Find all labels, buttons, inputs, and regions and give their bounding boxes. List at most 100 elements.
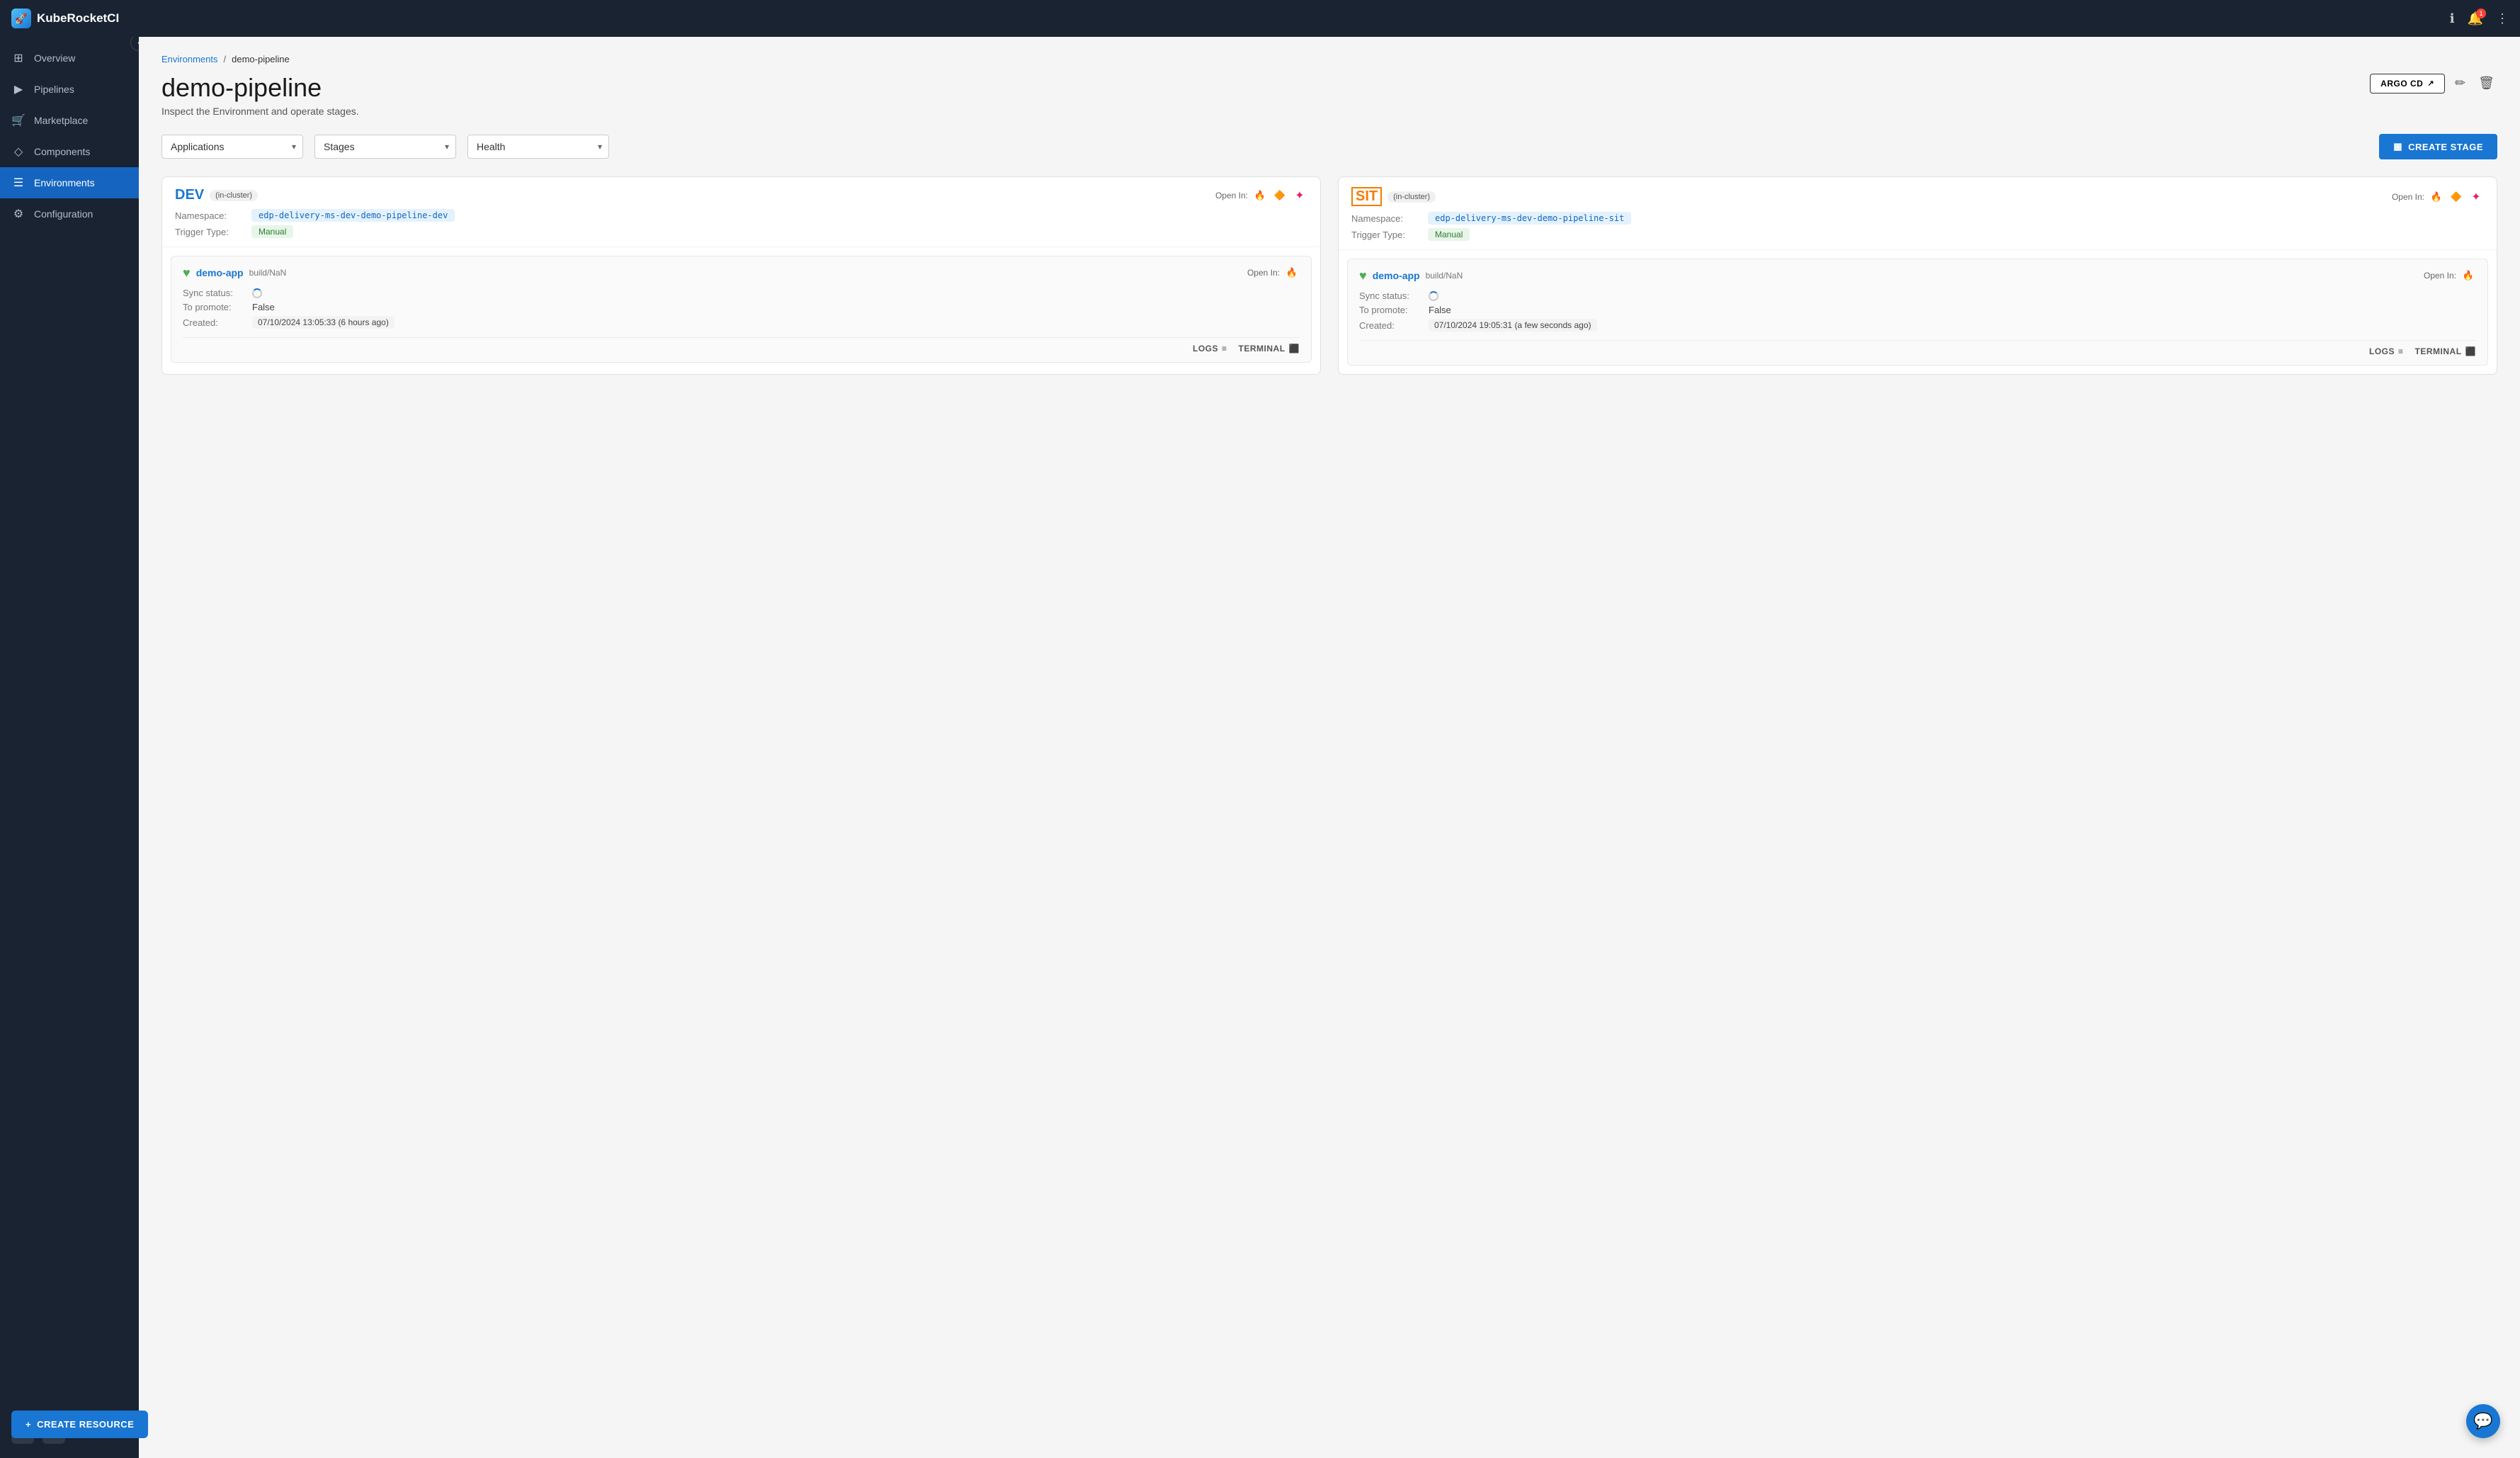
notifications-button[interactable]: 🔔 1 — [2468, 11, 2483, 26]
terminal-icon-dev: ⬛ — [1289, 344, 1300, 354]
sidebar-item-pipelines[interactable]: ▶ Pipelines — [0, 74, 139, 105]
build-badge-dev: build/NaN — [249, 268, 287, 278]
promote-label-sit: To promote: — [1359, 305, 1423, 315]
stages-filter[interactable]: Stages — [314, 135, 456, 159]
brand-title: KubeRocketCI — [37, 11, 119, 26]
create-stage-button[interactable]: ▦ CREATE STAGE — [2379, 134, 2497, 159]
stage-namespace-row-dev: Namespace: edp-delivery-ms-dev-demo-pipe… — [175, 209, 1307, 222]
info-icon: ℹ — [2450, 11, 2455, 26]
stage-header-top-dev: DEV (in-cluster) Open In: 🔥 🔶 ✦ — [175, 187, 1307, 203]
stage-trigger-row-sit: Trigger Type: Manual — [1351, 228, 2484, 241]
stage-header-top-sit: SIT (in-cluster) Open In: 🔥 🔶 ✦ — [1351, 187, 2484, 206]
app-open-in-label-sit: Open In: — [2424, 271, 2456, 281]
app-body: ‹ ⊞ Overview ▶ Pipelines 🛒 Marketplace ◇… — [0, 37, 2520, 1458]
argo-cd-button[interactable]: ARGO CD ↗ — [2370, 74, 2445, 94]
logs-label-sit: LOGS — [2369, 346, 2395, 356]
terminal-button-dev[interactable]: TERMINAL ⬛ — [1239, 344, 1300, 354]
create-stage-icon: ▦ — [2393, 141, 2402, 152]
create-resource-button[interactable]: + CREATE RESOURCE — [11, 1411, 148, 1438]
promote-label-dev: To promote: — [183, 302, 246, 312]
components-icon: ◇ — [11, 145, 25, 159]
sidebar-item-label: Configuration — [34, 208, 93, 220]
stage-trigger-row-dev: Trigger Type: Manual — [175, 225, 1307, 238]
stage-header-sit: SIT (in-cluster) Open In: 🔥 🔶 ✦ — [1339, 177, 2497, 250]
environments-icon: ☰ — [11, 176, 25, 190]
stage-cluster-dev: (in-cluster) — [210, 190, 258, 201]
app-name-sit[interactable]: demo-app — [1373, 270, 1420, 281]
edit-icon: ✏ — [2455, 76, 2465, 91]
terminal-label-sit: TERMINAL — [2415, 346, 2462, 356]
breadcrumb: Environments / demo-pipeline — [161, 54, 2497, 64]
app-card-sit: ♥ demo-app build/NaN Open In: 🔥 S — [1347, 259, 2488, 366]
app-prometheus-icon-dev[interactable]: 🔥 — [1284, 265, 1300, 281]
delete-button[interactable]: 🗑 — [2475, 73, 2497, 94]
stage-header-dev: DEV (in-cluster) Open In: 🔥 🔶 ✦ — [162, 177, 1320, 247]
grafana-icon-dev[interactable]: 🔶 — [1272, 188, 1288, 203]
sidebar-item-label: Components — [34, 146, 90, 157]
stage-name-dev: DEV — [175, 187, 204, 203]
health-filter[interactable]: Health — [467, 135, 609, 159]
sidebar-item-label: Overview — [34, 52, 75, 64]
created-label-dev: Created: — [183, 317, 246, 328]
sidebar-item-overview[interactable]: ⊞ Overview — [0, 43, 139, 74]
logs-button-sit[interactable]: LOGS ≡ — [2369, 346, 2404, 356]
dots-icon: ⋮ — [2496, 11, 2509, 26]
app-name-dev[interactable]: demo-app — [196, 267, 244, 278]
sidebar-item-label: Marketplace — [34, 115, 88, 126]
stage-meta-dev: Namespace: edp-delivery-ms-dev-demo-pipe… — [175, 209, 1307, 238]
app-card-title-sit: ♥ demo-app build/NaN — [1359, 269, 1463, 283]
created-value-sit: 07/10/2024 19:05:31 (a few seconds ago) — [1429, 319, 1597, 332]
page-subtitle: Inspect the Environment and operate stag… — [161, 106, 2497, 117]
argo-cd-label: ARGO CD — [2380, 79, 2423, 89]
terminal-button-sit[interactable]: TERMINAL ⬛ — [2415, 346, 2476, 356]
kibana-icon-dev[interactable]: ✦ — [1292, 188, 1307, 203]
navbar-actions: ℹ 🔔 1 ⋮ — [2450, 11, 2509, 26]
configuration-icon: ⚙ — [11, 207, 25, 221]
sidebar-item-label: Pipelines — [34, 84, 74, 95]
breadcrumb-environments[interactable]: Environments — [161, 54, 217, 64]
stage-name-wrap-dev: DEV (in-cluster) — [175, 187, 258, 203]
sync-row-sit: Sync status: — [1359, 290, 2476, 301]
app-meta-dev: Sync status: To promote: False Created: … — [183, 288, 1300, 329]
main-content: Environments / demo-pipeline demo-pipeli… — [139, 37, 2520, 1458]
stage-namespace-row-sit: Namespace: edp-delivery-ms-dev-demo-pipe… — [1351, 212, 2484, 225]
filters-row: Applications ▾ Stages ▾ Health ▾ — [161, 134, 2497, 159]
prometheus-icon-sit[interactable]: 🔥 — [2429, 189, 2444, 205]
sync-label-dev: Sync status: — [183, 288, 246, 298]
breadcrumb-current: demo-pipeline — [232, 54, 290, 64]
notification-badge: 1 — [2476, 9, 2486, 18]
chat-fab-button[interactable]: 💬 — [2466, 1404, 2500, 1438]
applications-filter[interactable]: Applications — [161, 135, 303, 159]
namespace-label-dev: Namespace: — [175, 210, 246, 221]
prometheus-icon-dev[interactable]: 🔥 — [1252, 188, 1268, 203]
namespace-value-sit: edp-delivery-ms-dev-demo-pipeline-sit — [1428, 212, 1631, 225]
app-card-header-sit: ♥ demo-app build/NaN Open In: 🔥 — [1359, 268, 2476, 283]
health-filter-wrap: Health ▾ — [467, 135, 609, 159]
sidebar-item-environments[interactable]: ☰ Environments — [0, 167, 139, 198]
created-row-dev: Created: 07/10/2024 13:05:33 (6 hours ag… — [183, 316, 1300, 329]
logs-button-dev[interactable]: LOGS ≡ — [1193, 344, 1227, 354]
menu-button[interactable]: ⋮ — [2496, 11, 2509, 26]
page-header: demo-pipeline ARGO CD ↗ ✏ 🗑 — [161, 73, 2497, 103]
stage-name-wrap-sit: SIT (in-cluster) — [1351, 187, 1436, 206]
external-link-icon: ↗ — [2427, 79, 2434, 88]
sidebar-item-components[interactable]: ◇ Components — [0, 136, 139, 167]
app-meta-sit: Sync status: To promote: False Created: … — [1359, 290, 2476, 332]
stage-open-in-sit: Open In: 🔥 🔶 ✦ — [2392, 189, 2484, 205]
sidebar-item-label: Environments — [34, 177, 95, 188]
stage-open-icons-sit: 🔥 🔶 ✦ — [2429, 189, 2484, 205]
info-button[interactable]: ℹ — [2450, 11, 2455, 26]
trigger-value-dev: Manual — [251, 225, 293, 238]
health-heart-icon-dev: ♥ — [183, 266, 191, 281]
kibana-icon-sit[interactable]: ✦ — [2468, 189, 2484, 205]
sidebar-item-marketplace[interactable]: 🛒 Marketplace — [0, 105, 139, 136]
grafana-icon-sit[interactable]: 🔶 — [2448, 189, 2464, 205]
health-heart-icon-sit: ♥ — [1359, 269, 1367, 283]
app-prometheus-icon-sit[interactable]: 🔥 — [2461, 268, 2476, 283]
sidebar-item-configuration[interactable]: ⚙ Configuration — [0, 198, 139, 230]
stage-cluster-sit: (in-cluster) — [1387, 191, 1436, 203]
navbar: 🚀 KubeRocketCI ℹ 🔔 1 ⋮ — [0, 0, 2520, 37]
edit-button[interactable]: ✏ — [2452, 73, 2468, 94]
trigger-label-dev: Trigger Type: — [175, 227, 246, 237]
promote-row-sit: To promote: False — [1359, 305, 2476, 315]
